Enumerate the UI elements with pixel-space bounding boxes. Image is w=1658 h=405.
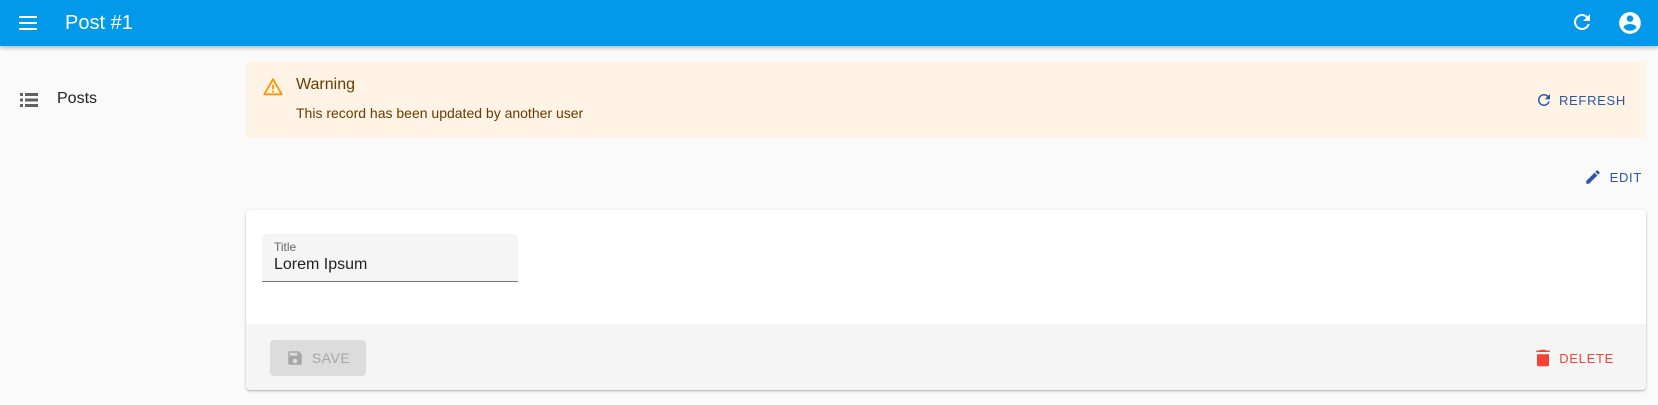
delete-button-label: DELETE xyxy=(1559,350,1614,366)
edit-form-card: Title Lorem Ipsum SAVE DELETE xyxy=(246,210,1646,390)
list-icon xyxy=(20,93,38,107)
page-title: Post #1 xyxy=(65,12,133,34)
menu-icon xyxy=(19,16,37,30)
sidebar-item-label: Posts xyxy=(57,90,98,107)
refresh-button-label: REFRESH xyxy=(1558,92,1626,108)
account-button[interactable] xyxy=(1617,10,1643,36)
save-button-label: SAVE xyxy=(311,350,351,366)
sidebar-item-posts[interactable]: Posts xyxy=(0,82,240,118)
app-bar: Post #1 xyxy=(0,0,1658,46)
save-button[interactable]: SAVE xyxy=(270,340,366,376)
account-circle-icon xyxy=(1619,12,1641,34)
warning-alert: Warning This record has been updated by … xyxy=(246,62,1646,138)
refresh-icon xyxy=(1537,93,1550,106)
edit-button-label: EDIT xyxy=(1609,169,1642,185)
appbar-refresh-button[interactable] xyxy=(1570,10,1594,34)
save-icon xyxy=(288,351,302,365)
form-toolbar: SAVE DELETE xyxy=(246,324,1646,390)
menu-button[interactable] xyxy=(16,11,40,35)
title-field-label: Title xyxy=(274,240,297,254)
edit-button[interactable]: EDIT xyxy=(1576,160,1650,194)
refresh-button[interactable]: REFRESH xyxy=(1527,84,1634,116)
title-field[interactable]: Title Lorem Ipsum xyxy=(262,234,518,282)
delete-button[interactable]: DELETE xyxy=(1527,340,1622,376)
title-field-value[interactable]: Lorem Ipsum xyxy=(274,256,367,274)
alert-title: Warning xyxy=(296,76,355,93)
pencil-icon xyxy=(1585,170,1600,184)
refresh-icon xyxy=(1573,13,1590,30)
warning-icon xyxy=(263,78,283,96)
sidebar: Posts xyxy=(0,46,240,405)
alert-message: This record has been updated by another … xyxy=(296,105,584,121)
trash-icon xyxy=(1536,349,1550,367)
